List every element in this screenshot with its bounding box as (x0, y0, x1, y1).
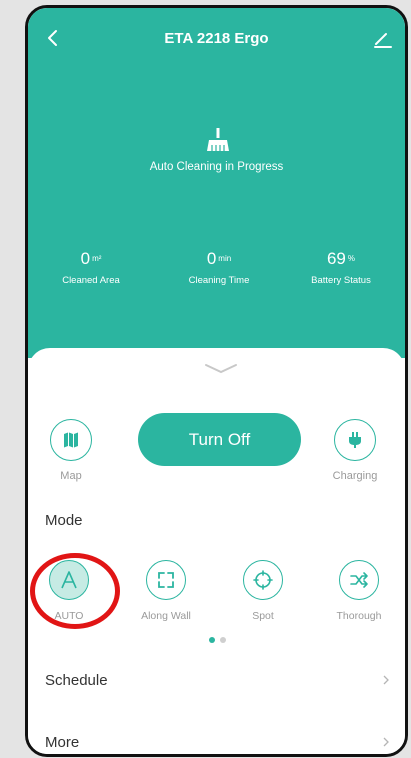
map-icon (64, 432, 78, 448)
charging-label: Charging (332, 470, 378, 482)
stat-label: Battery Status (311, 275, 371, 286)
mode-along-wall-button[interactable] (146, 560, 186, 600)
status-header: ETA 2218 Ergo Auto Cleaning in Progress … (28, 8, 405, 358)
stat-value: 69 (326, 249, 346, 268)
map-button[interactable] (50, 419, 92, 461)
mode-spot-button[interactable] (243, 560, 283, 600)
schedule-label: Schedule (45, 671, 108, 689)
stat-cleaning-time: 0 min Cleaning Time (164, 249, 274, 286)
mode-heading: Mode (45, 512, 83, 529)
more-label: More (45, 733, 80, 751)
stat-cleaned-area: 0 m² Cleaned Area (36, 249, 146, 286)
mode-along-wall-label: Along Wall (141, 610, 191, 622)
control-sheet: Map Turn Off Charging Mode AUTO Along Wa… (28, 348, 405, 754)
charging-button[interactable] (334, 419, 376, 461)
broom-icon (207, 128, 229, 151)
stat-unit: m² (92, 254, 102, 263)
stat-unit: % (347, 254, 356, 263)
cleaning-status-text: Auto Cleaning in Progress (149, 161, 284, 173)
shuffle-icon (350, 572, 368, 588)
turn-off-button[interactable]: Turn Off (138, 413, 301, 466)
map-label: Map (60, 470, 82, 482)
mode-spot-label: Spot (252, 610, 274, 622)
along-wall-icon (158, 572, 174, 588)
stat-value: 0 (80, 249, 91, 268)
mode-thorough-button[interactable] (339, 560, 379, 600)
chevron-right-icon (383, 737, 389, 747)
mode-auto-button[interactable] (49, 560, 89, 600)
schedule-row[interactable]: Schedule (45, 665, 391, 695)
more-row[interactable]: More (45, 727, 391, 754)
spot-icon (253, 570, 273, 590)
mode-thorough-label: Thorough (336, 610, 382, 622)
mode-auto-label: AUTO (54, 610, 84, 622)
auto-a-icon (61, 571, 77, 589)
page-title: ETA 2218 Ergo (164, 30, 269, 47)
stat-value: 0 (206, 249, 217, 268)
stat-battery-status: 69% Battery Status (286, 249, 396, 286)
stat-label: Cleaned Area (62, 275, 120, 286)
chevron-down-icon[interactable] (203, 361, 239, 375)
plug-icon (349, 432, 361, 448)
pager-dot-active[interactable] (209, 637, 215, 643)
phone-frame: ETA 2218 Ergo Auto Cleaning in Progress … (25, 5, 408, 757)
stat-label: Cleaning Time (188, 275, 250, 286)
pager-dot[interactable] (220, 637, 226, 643)
stat-unit: min (218, 254, 232, 263)
edit-pencil-icon[interactable] (371, 26, 395, 50)
chevron-right-icon (383, 675, 389, 685)
